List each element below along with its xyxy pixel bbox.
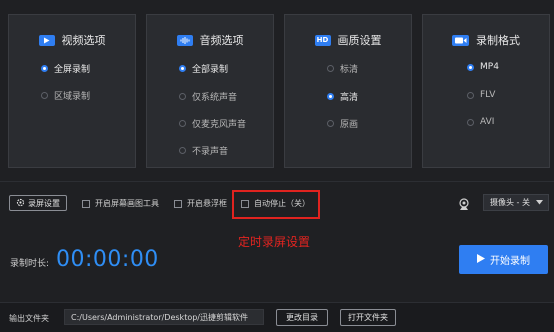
- auto-stop-highlight-box: [232, 190, 320, 219]
- radio-indicator: [467, 91, 474, 99]
- video-options-panel: 视频选项 全屏录制 区域录制: [8, 14, 136, 168]
- radio-original[interactable]: 原画: [327, 117, 358, 130]
- radio-flv[interactable]: FLV: [467, 90, 495, 100]
- record-format-panel: 录制格式 MP4 FLV AVI: [422, 14, 550, 168]
- floating-window-checkbox[interactable]: 开启悬浮框: [174, 198, 227, 209]
- radio-indicator: [41, 65, 48, 72]
- quality-settings-panel: HD 画质设置 标清 高清 原画: [284, 14, 412, 168]
- record-settings-button[interactable]: 录屏设置: [9, 195, 67, 211]
- hd-icon: HD: [314, 34, 331, 46]
- radio-indicator: [179, 147, 186, 154]
- radio-no-sound[interactable]: 不录声音: [179, 144, 228, 157]
- radio-region[interactable]: 区域录制: [41, 89, 90, 102]
- audio-options-panel: 音频选项 全部录制 仅系统声音 仅麦克风声音 不录声音: [146, 14, 274, 168]
- radio-mic-only[interactable]: 仅麦克风声音: [179, 117, 246, 130]
- output-path-field[interactable]: C:/Users/Administrator/Desktop/迅捷剪辑软件: [64, 309, 264, 325]
- radio-fullscreen[interactable]: 全屏录制: [41, 62, 90, 75]
- radio-indicator: [41, 92, 48, 99]
- radio-indicator: [467, 63, 474, 71]
- radio-system-only[interactable]: 仅系统声音: [179, 90, 237, 103]
- quality-settings-title: HD 画质设置: [285, 32, 411, 48]
- radio-indicator: [179, 65, 186, 72]
- radio-standard[interactable]: 标清: [327, 62, 358, 75]
- record-format-title: 录制格式: [423, 32, 549, 48]
- radio-indicator: [327, 65, 334, 72]
- toolbar-divider: [0, 181, 554, 182]
- checkbox-box: [174, 199, 182, 208]
- radio-high[interactable]: 高清: [327, 90, 358, 103]
- timed-record-annotation: 定时录屏设置: [238, 235, 311, 249]
- gear-icon: [16, 198, 25, 209]
- webcam-icon: [457, 196, 471, 210]
- audio-icon: [176, 34, 193, 46]
- chevron-down-icon: [535, 198, 543, 207]
- radio-avi[interactable]: AVI: [467, 117, 494, 127]
- output-folder-label: 输出文件夹: [9, 314, 49, 323]
- duration-label: 录制时长:: [10, 259, 50, 269]
- draw-tool-checkbox[interactable]: 开启屏幕画图工具: [82, 198, 159, 209]
- radio-record-all[interactable]: 全部录制: [179, 62, 228, 75]
- open-folder-button[interactable]: 打开文件夹: [340, 309, 396, 326]
- radio-mp4[interactable]: MP4: [467, 62, 499, 72]
- checkbox-box: [82, 199, 90, 208]
- change-directory-button[interactable]: 更改目录: [276, 309, 328, 326]
- radio-indicator: [327, 93, 334, 100]
- start-record-button[interactable]: 开始录制: [459, 245, 548, 274]
- play-icon: [477, 253, 485, 266]
- radio-indicator: [327, 120, 334, 127]
- radio-indicator: [467, 118, 474, 126]
- radio-indicator: [179, 120, 186, 127]
- camera-icon: [452, 34, 469, 46]
- video-options-title: 视频选项: [9, 32, 135, 48]
- audio-options-title: 音频选项: [147, 32, 273, 48]
- camera-select[interactable]: 摄像头 - 关: [483, 194, 549, 211]
- radio-indicator: [179, 93, 186, 100]
- duration-value: 00:00:00: [56, 247, 159, 272]
- video-icon: [38, 34, 55, 46]
